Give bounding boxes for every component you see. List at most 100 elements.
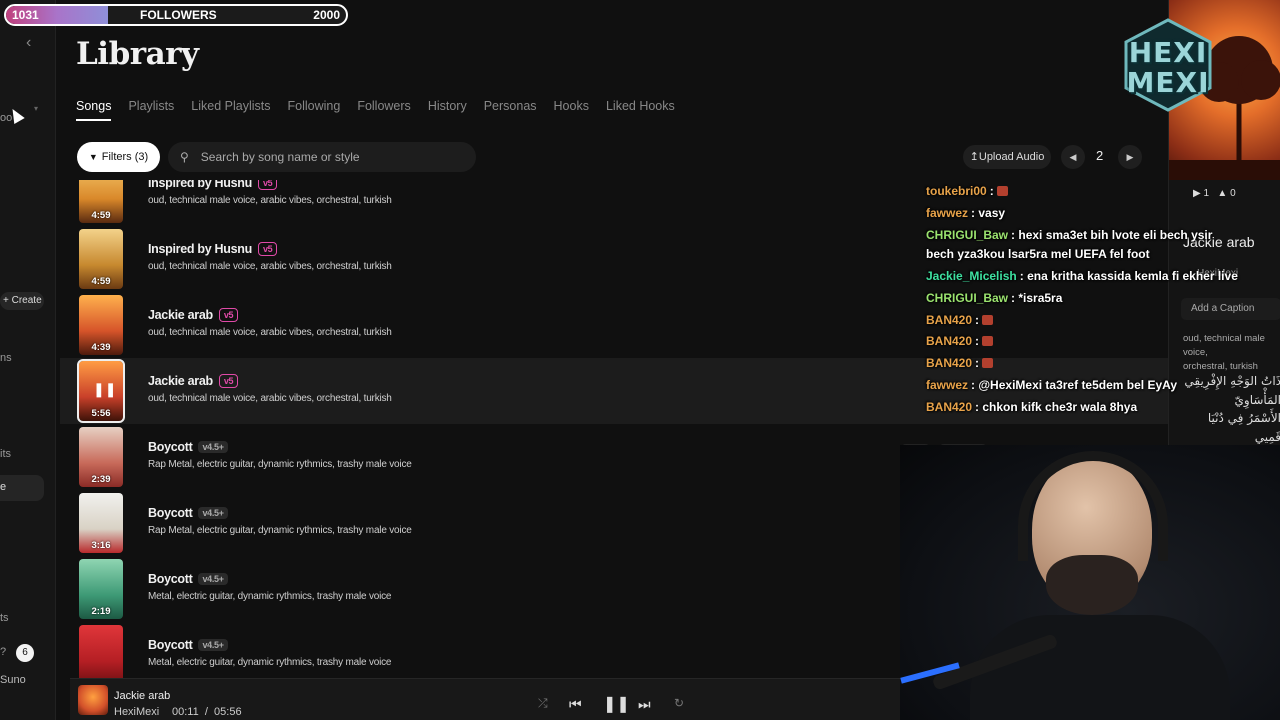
followers-current: 1031 — [12, 8, 39, 22]
song-title[interactable]: Boycott v4.5+ — [148, 572, 228, 586]
tab-songs[interactable]: Songs — [76, 99, 112, 121]
tab-liked-hooks[interactable]: Liked Hooks — [606, 99, 675, 121]
chevron-down-icon[interactable]: ▾ — [34, 104, 38, 113]
song-title[interactable]: Boycott v4.5+ — [148, 440, 228, 454]
pager-next-button[interactable]: ▶ — [1118, 145, 1142, 169]
chat-username: CHRIGUI_Baw — [926, 228, 1009, 242]
create-button[interactable]: + Create — [0, 292, 44, 310]
song-title-text[interactable]: Boycott — [148, 506, 193, 520]
pause-icon[interactable]: ❚❚ — [603, 694, 630, 714]
song-title-text[interactable]: Jackie arab — [148, 308, 213, 322]
chat-message: CHRIGUI_Baw: hexi sma3et bih lvote eli b… — [926, 228, 1212, 242]
chat-username: fawwez — [926, 206, 969, 220]
left-sidebar: ‹ oo ▾ + Create ns its e ts ? 6 Suno — [0, 0, 56, 720]
song-cover-art[interactable]: 2:39 — [79, 427, 123, 487]
model-version-badge: v5 — [257, 242, 278, 256]
song-style-tags: oud, technical male voice, arabic vibes,… — [148, 195, 392, 206]
sidebar-item-partial[interactable]: ts — [0, 612, 9, 624]
song-title-text[interactable]: Inspired by Husnu — [148, 242, 252, 256]
song-title-text[interactable]: Jackie arab — [148, 374, 213, 388]
song-cover-art[interactable]: 4:59 — [79, 229, 123, 289]
chat-username: BAN420 — [926, 400, 973, 414]
chat-text: bech yza3kou lsar5ra mel UEFA fel foot — [926, 247, 1150, 261]
chat-message: Jackie_Micelish: ena kritha kassida keml… — [926, 269, 1238, 283]
tab-following[interactable]: Following — [288, 99, 341, 121]
song-duration: 4:59 — [91, 210, 111, 221]
song-style-tags: Rap Metal, electric guitar, dynamic ryth… — [148, 459, 412, 470]
player-song-title[interactable]: Jackie arab — [114, 690, 170, 702]
tab-history[interactable]: History — [428, 99, 467, 121]
tab-personas[interactable]: Personas — [484, 99, 537, 121]
search-input[interactable] — [200, 150, 461, 164]
tab-liked-playlists[interactable]: Liked Playlists — [191, 99, 270, 121]
chat-message: fawwez: @HexiMexi ta3ref te5dem bel EyAy — [926, 378, 1177, 392]
chat-message: fawwez: vasy — [926, 206, 1005, 220]
tab-playlists[interactable]: Playlists — [128, 99, 174, 121]
filters-button[interactable]: ▼ Filters (3) — [77, 142, 160, 172]
webcam-feed — [900, 445, 1280, 720]
player-cover-art[interactable] — [78, 685, 108, 715]
song-style-tags: oud, technical male voice, arabic vibes,… — [148, 327, 392, 338]
tab-hooks[interactable]: Hooks — [554, 99, 589, 121]
repeat-icon[interactable]: ↻ — [674, 696, 684, 710]
song-cover-art[interactable]: 3:16 — [79, 493, 123, 553]
pause-icon[interactable]: ❚❚ — [93, 381, 116, 398]
play-icon[interactable]: ▶ — [1193, 188, 1201, 199]
upload-label: Upload Audio — [978, 151, 1045, 163]
song-title-text[interactable]: Inspired by Husnu — [148, 180, 252, 190]
song-style-tags: Metal, electric guitar, dynamic rythmics… — [148, 657, 392, 668]
upload-icon: ↥ — [969, 151, 979, 163]
webcam-beard-shape — [1046, 555, 1138, 615]
help-icon[interactable]: ? — [0, 646, 6, 658]
logo-line-1: HEXI — [1128, 36, 1208, 69]
search-bar[interactable]: ⚲ — [168, 142, 476, 172]
song-duration: 2:39 — [91, 474, 111, 485]
song-title[interactable]: Jackie arab v5 — [148, 374, 239, 388]
song-cover-art[interactable]: ❚❚ 5:56 — [77, 359, 125, 423]
chat-username: BAN420 — [926, 356, 973, 370]
chat-emote-icon — [982, 358, 994, 368]
song-cover-art[interactable]: 4:59 — [79, 180, 123, 223]
player-time: 00:11 / 05:56 — [172, 706, 242, 718]
chevron-left-icon[interactable]: ‹ — [26, 34, 31, 52]
model-version-badge: v5 — [257, 180, 278, 190]
song-style-tags: oud, technical male voice, arabic vibes,… — [148, 261, 392, 272]
chat-message: bech yza3kou lsar5ra mel UEFA fel foot — [926, 247, 1150, 261]
lyric-line: المَأْسَاوِيّ — [1234, 392, 1280, 407]
webcam-headset-shape — [1018, 451, 1168, 561]
song-cover-art[interactable]: 4:39 — [79, 295, 123, 355]
song-title[interactable]: Inspired by Husnu v5 — [148, 242, 278, 256]
song-title[interactable]: Boycott v4.5+ — [148, 506, 228, 520]
lyric-line: الأَسْمَرُ فِي دُنْيَا قَمِيي — [1207, 411, 1280, 444]
song-title-text[interactable]: Boycott — [148, 440, 193, 454]
sidebar-item-library[interactable]: e — [0, 475, 44, 501]
sidebar-item-partial[interactable]: ns — [0, 352, 12, 364]
filter-icon: ▼ — [88, 152, 98, 162]
song-title[interactable]: Jackie arab v5 — [148, 308, 239, 322]
chat-message: BAN420: — [926, 356, 994, 370]
tab-followers[interactable]: Followers — [357, 99, 411, 121]
song-cover-art[interactable]: 2:19 — [79, 559, 123, 619]
next-track-icon[interactable]: ⏭ — [638, 696, 651, 713]
chat-colon: : — [1019, 269, 1028, 283]
player-artist[interactable]: HexiMexi — [114, 706, 159, 718]
song-title[interactable]: Boycott v4.5+ — [148, 638, 228, 652]
model-version-badge: v4.5+ — [198, 573, 228, 585]
song-style-tags: oud, technical male voice, arabic vibes,… — [148, 393, 392, 404]
song-title-text[interactable]: Boycott — [148, 572, 193, 586]
chat-colon: : — [975, 313, 983, 327]
followers-goal-bar: 1031 FOLLOWERS 2000 — [4, 4, 348, 26]
followers-goal: 2000 — [313, 8, 340, 22]
upload-audio-button[interactable]: ↥Upload Audio — [963, 145, 1051, 169]
previous-track-icon[interactable]: ⏮ — [569, 696, 582, 713]
song-cover-art[interactable] — [79, 625, 123, 680]
notification-badge[interactable]: 6 — [16, 644, 34, 662]
song-title[interactable]: Inspired by Husnu v5 — [148, 180, 278, 190]
sidebar-item-partial[interactable]: its — [0, 448, 11, 460]
chat-username: BAN420 — [926, 313, 973, 327]
thumbs-up-icon[interactable]: ▲ — [1217, 188, 1227, 199]
caption-input[interactable]: Add a Caption — [1181, 298, 1280, 320]
shuffle-icon[interactable]: ⤮ — [538, 696, 548, 711]
pager-prev-button[interactable]: ◀ — [1061, 145, 1085, 169]
song-title-text[interactable]: Boycott — [148, 638, 193, 652]
